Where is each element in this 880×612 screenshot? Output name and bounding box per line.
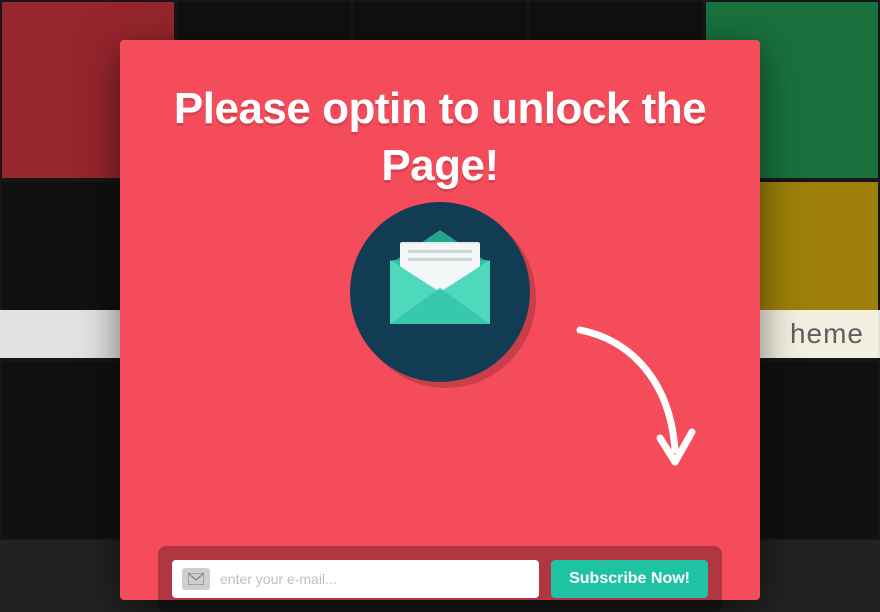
subscribe-button[interactable]: Subscribe Now! bbox=[551, 560, 708, 598]
email-field[interactable] bbox=[220, 571, 529, 587]
background-strip-text: heme bbox=[790, 318, 864, 350]
modal-headline: Please optin to unlock the Page! bbox=[158, 80, 722, 194]
email-input-wrapper[interactable] bbox=[172, 560, 539, 598]
envelope-circle bbox=[350, 202, 530, 382]
optin-modal: Please optin to unlock the Page! Subscri… bbox=[120, 40, 760, 600]
subscribe-form: Subscribe Now! bbox=[158, 546, 722, 612]
mail-icon bbox=[182, 568, 210, 590]
envelope-icon bbox=[390, 260, 490, 324]
envelope-graphic bbox=[158, 202, 722, 382]
